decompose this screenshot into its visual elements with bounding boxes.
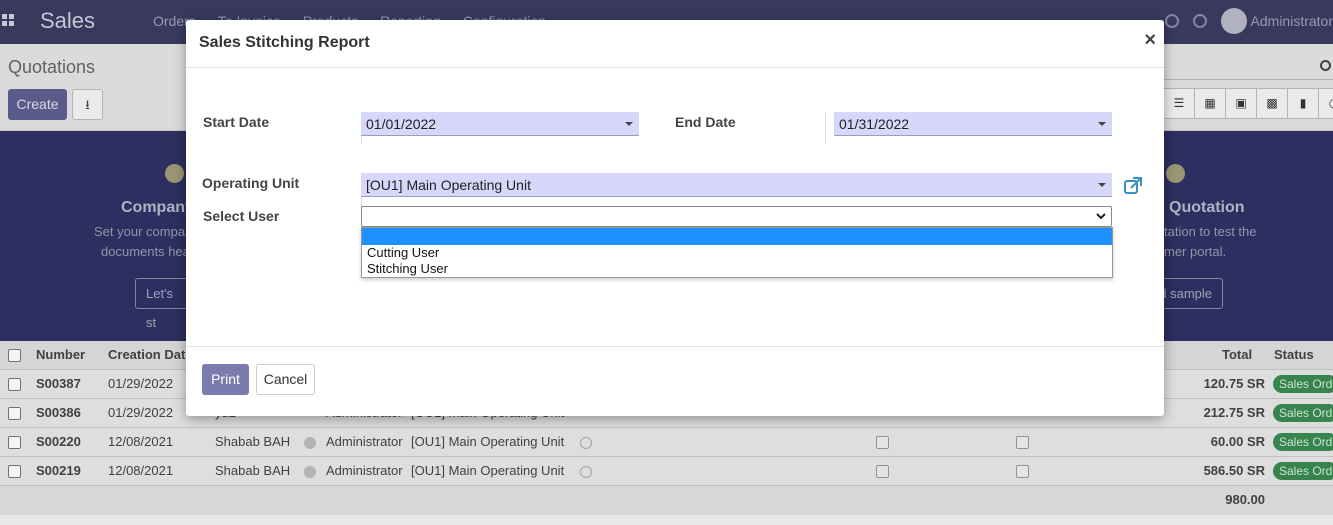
end-date-label: End Date xyxy=(675,114,736,130)
option-empty[interactable] xyxy=(362,228,1112,245)
dialog-title: Sales Stitching Report xyxy=(199,34,370,51)
select-user-label: Select User xyxy=(203,208,280,224)
dialog-footer: Print Cancel xyxy=(186,346,1164,416)
print-button[interactable]: Print xyxy=(202,364,249,395)
sales-stitching-report-dialog: Sales Stitching Report × Start Date 01/0… xyxy=(186,20,1164,416)
operating-unit-field[interactable]: [OU1] Main Operating Unit xyxy=(361,173,1112,197)
select-user-options: Cutting User Stitching User xyxy=(361,227,1113,278)
option-cutting-user[interactable]: Cutting User xyxy=(362,245,1112,261)
option-stitching-user[interactable]: Stitching User xyxy=(362,261,1112,277)
chevron-down-icon xyxy=(1096,213,1106,220)
select-user-dropdown[interactable] xyxy=(361,206,1112,227)
operating-unit-label: Operating Unit xyxy=(202,175,300,191)
chevron-down-icon xyxy=(625,122,633,126)
dialog-header: Sales Stitching Report × xyxy=(186,20,1164,68)
start-date-field[interactable]: 01/01/2022 xyxy=(361,112,639,136)
operating-unit-value: [OU1] Main Operating Unit xyxy=(366,177,531,193)
start-date-value: 01/01/2022 xyxy=(366,116,437,132)
external-link-icon[interactable] xyxy=(1123,176,1143,196)
chevron-down-icon xyxy=(1098,183,1106,187)
field-separator xyxy=(825,112,826,144)
chevron-down-icon xyxy=(1098,122,1106,126)
end-date-field[interactable]: 01/31/2022 xyxy=(834,112,1112,136)
start-date-label: Start Date xyxy=(203,114,270,130)
close-icon[interactable]: × xyxy=(1144,30,1156,50)
end-date-value: 01/31/2022 xyxy=(839,116,910,132)
cancel-button[interactable]: Cancel xyxy=(256,364,315,395)
